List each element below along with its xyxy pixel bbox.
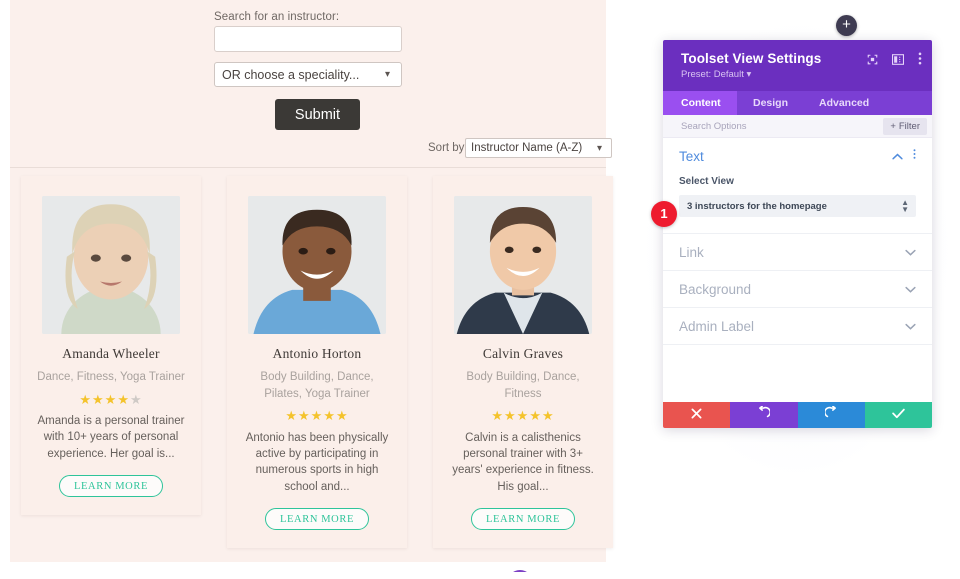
toolset-view-settings-panel: Toolset View Settings Preset: Default ▾	[663, 40, 932, 428]
close-icon	[691, 406, 702, 424]
section-link-header[interactable]: Link	[679, 234, 916, 270]
page-bottom-add-button[interactable]	[507, 570, 533, 572]
chevron-down-icon[interactable]	[905, 243, 916, 261]
section-background: Background	[663, 271, 932, 308]
kebab-menu-icon[interactable]	[913, 147, 916, 165]
section-background-header[interactable]: Background	[679, 271, 916, 307]
speciality-select[interactable]: OR choose a speciality...	[214, 62, 402, 87]
check-icon	[892, 406, 905, 424]
filter-button[interactable]: + Filter	[883, 117, 927, 135]
instructor-speciality: Dance, Fitness, Yoga Trainer	[37, 371, 185, 383]
instructor-card[interactable]: Calvin Graves Body Building, Dance, Fitn…	[433, 176, 613, 548]
redo-button[interactable]	[797, 402, 865, 428]
panel-header: Toolset View Settings Preset: Default ▾	[663, 40, 932, 91]
redo-icon	[823, 405, 838, 424]
chevron-down-icon[interactable]	[905, 317, 916, 335]
panel-empty-space	[663, 345, 932, 402]
undo-icon	[757, 405, 772, 424]
select-view-dropdown[interactable]: 3 instructors for the homepage	[679, 195, 916, 217]
panel-header-icons	[867, 52, 922, 70]
step-badge-1: 1	[651, 201, 677, 227]
chevron-up-icon[interactable]	[892, 147, 903, 165]
add-module-button[interactable]: +	[836, 15, 857, 36]
cancel-button[interactable]	[663, 402, 731, 428]
section-link: Link	[663, 234, 932, 271]
section-admin-label-title: Admin Label	[679, 318, 755, 334]
page-preview: Search for an instructor: OR choose a sp…	[0, 0, 620, 572]
search-field-label: Search for an instructor:	[214, 11, 340, 23]
instructor-bio: Calvin is a calisthenics personal traine…	[452, 431, 594, 493]
panel-action-bar	[663, 402, 932, 428]
instructor-speciality: Body Building, Dance, Pilates, Yoga Trai…	[260, 371, 374, 400]
rating-stars: ★★★★★	[79, 391, 143, 407]
filter-label: Filter	[898, 120, 920, 132]
kebab-menu-icon[interactable]	[918, 52, 922, 70]
learn-more-button[interactable]: LEARN MORE	[471, 507, 575, 530]
section-link-title: Link	[679, 244, 704, 260]
sort-by-select[interactable]: Instructor Name (A-Z)	[465, 138, 612, 158]
submit-button[interactable]: Submit	[275, 99, 360, 130]
tab-content[interactable]: Content	[663, 91, 737, 115]
sort-by-label: Sort by	[428, 142, 465, 154]
instructor-name: Amanda Wheeler	[62, 346, 160, 361]
fullscreen-icon[interactable]	[867, 52, 878, 70]
section-text-header[interactable]: Text	[679, 138, 916, 174]
panel-preset-label: Preset: Default	[681, 69, 744, 80]
section-text-title: Text	[679, 148, 704, 164]
tab-advanced[interactable]: Advanced	[809, 91, 889, 115]
search-options-input[interactable]: Search Options	[681, 121, 746, 132]
instructor-name: Antonio Horton	[272, 346, 362, 361]
search-options-bar: Search Options + Filter	[663, 115, 932, 138]
panel-preset-selector[interactable]: Preset: Default ▾	[681, 69, 918, 80]
instructor-photo	[248, 196, 386, 334]
plus-icon: +	[890, 120, 896, 132]
learn-more-button[interactable]: LEARN MORE	[265, 507, 369, 530]
instructor-card[interactable]: Amanda Wheeler Dance, Fitness, Yoga Trai…	[21, 176, 201, 515]
instructor-photo	[42, 196, 180, 334]
instructor-photo	[454, 196, 592, 334]
layout-toggle-icon[interactable]	[892, 52, 904, 70]
instructor-bio: Amanda is a personal trainer with 10+ ye…	[37, 414, 185, 460]
rating-stars: ★★★★★	[285, 408, 349, 424]
save-button[interactable]	[864, 402, 932, 428]
instructor-name: Calvin Graves	[482, 346, 564, 361]
section-admin-label: Admin Label	[663, 308, 932, 345]
rating-stars: ★★★★★	[491, 408, 555, 424]
select-view-label: Select View	[679, 176, 734, 187]
instructor-card[interactable]: Antonio Horton Body Building, Dance, Pil…	[227, 176, 407, 548]
chevron-down-icon[interactable]	[905, 280, 916, 298]
instructor-speciality: Body Building, Dance, Fitness	[466, 371, 580, 400]
tab-design[interactable]: Design	[737, 91, 809, 115]
chevron-down-icon: ▾	[746, 69, 752, 80]
search-input[interactable]	[214, 26, 402, 52]
instructor-search-form: Search for an instructor: OR choose a sp…	[10, 0, 612, 168]
section-background-title: Background	[679, 281, 752, 297]
section-text: Text Select View 3 instructors for the h…	[663, 138, 932, 234]
panel-tabs: Content Design Advanced	[663, 91, 932, 115]
section-admin-label-header[interactable]: Admin Label	[679, 308, 916, 344]
learn-more-button[interactable]: LEARN MORE	[59, 474, 163, 497]
instructor-bio: Antonio has been physically active by pa…	[245, 431, 389, 493]
undo-button[interactable]	[730, 402, 798, 428]
